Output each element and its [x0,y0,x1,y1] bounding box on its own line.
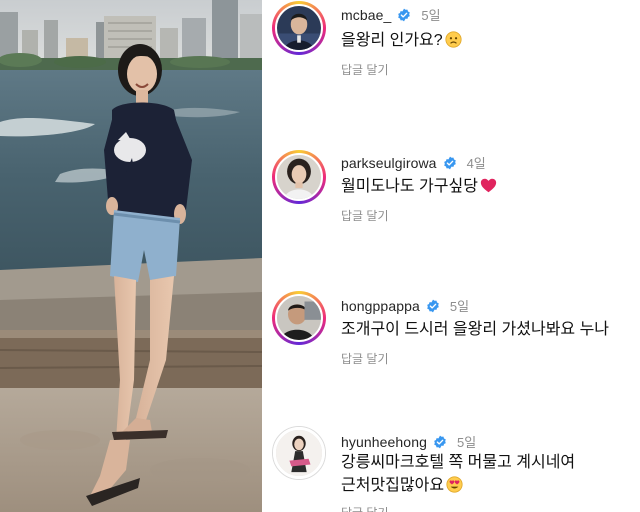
comment-header: mcbae_ 5일 [341,5,441,24]
avatar-portrait-icon [277,155,321,199]
timestamp: 4일 [466,156,486,171]
timestamp: 5일 [449,299,470,314]
username[interactable]: mcbae_ [341,7,391,23]
post-photo [0,0,262,512]
comment-text-line-1: 강릉씨마크호텔 쪽 머물고 계시네여 [341,454,576,471]
reply-button[interactable]: 답글 달기 [341,61,389,78]
avatar-portrait-icon [277,6,321,50]
comment-text-line-2: 근처맛집많아요 [341,474,463,498]
comment-header: hongppappa 5일 [341,296,469,315]
avatar-portrait-icon [277,296,321,340]
reply-button[interactable]: 답글 달기 [341,504,389,512]
heart-eyes-emoji-icon [446,476,463,493]
comment-text: 월미도나도 가구싶당 [341,175,497,199]
avatar[interactable] [272,291,326,345]
reply-button[interactable]: 답글 달기 [341,350,389,367]
verified-badge-icon [426,299,440,313]
verified-badge-icon [433,435,447,449]
red-heart-emoji-icon [480,177,497,194]
reply-button[interactable]: 답글 달기 [341,207,389,224]
sad-face-emoji-icon [445,31,462,48]
username[interactable]: hongppappa [341,298,420,314]
avatar[interactable] [272,1,326,55]
timestamp: 5일 [421,8,441,23]
comment-text: 조개구이 드시러 을왕리 가셨나봐요 누나 [341,321,610,338]
avatar-portrait-icon [276,430,322,476]
comment-text: 을왕리 인가요? [341,29,462,53]
username[interactable]: parkseulgirowa [341,155,437,171]
verified-badge-icon [443,156,457,170]
comment-header: hyunheehong 5일 [341,432,476,451]
avatar[interactable] [272,150,326,204]
beach-photo-illustration [0,0,262,512]
avatar[interactable] [272,426,326,480]
comments-panel: mcbae_ 5일 을왕리 인가요? 답글 달기 parkseulgirowa … [262,0,640,512]
timestamp: 5일 [456,435,477,450]
username[interactable]: hyunheehong [341,434,427,450]
comment-header: parkseulgirowa 4일 [341,153,486,172]
verified-badge-icon [397,8,411,22]
